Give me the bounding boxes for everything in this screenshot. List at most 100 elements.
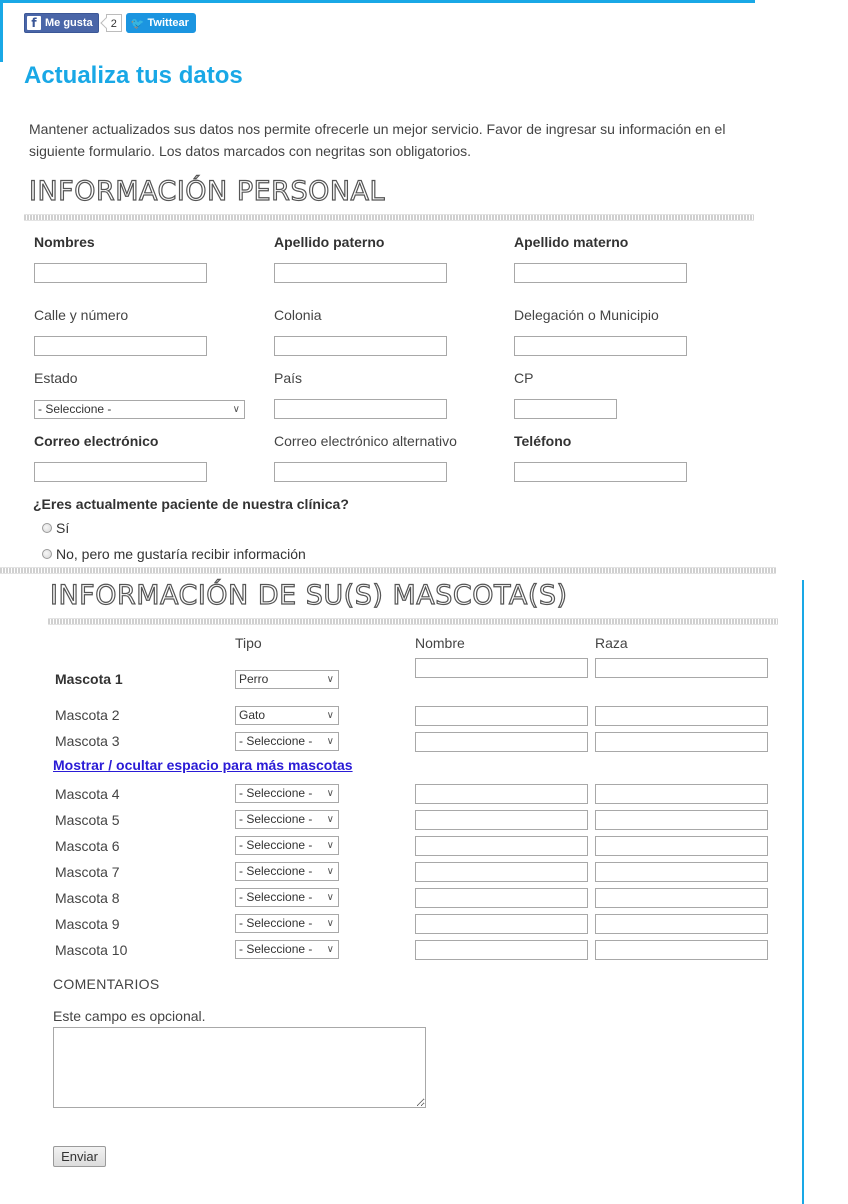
pet-type-select-7[interactable]: - Seleccione - ∨ (235, 862, 339, 881)
pet-name-input-4[interactable] (415, 784, 588, 804)
radio-si[interactable]: Sí (42, 520, 69, 536)
pet-name-input-10[interactable] (415, 940, 588, 960)
pets-top-divider (0, 567, 776, 574)
pet-label-9: Mascota 9 (55, 916, 120, 932)
estado-select[interactable]: - Seleccione - ∨ (34, 400, 245, 419)
pet-breed-input-5[interactable] (595, 810, 768, 830)
pet-breed-input-4[interactable] (595, 784, 768, 804)
pet-type-value-6: - Seleccione - (239, 838, 313, 852)
chevron-down-icon: ∨ (326, 736, 334, 747)
pet-breed-input-2[interactable] (595, 706, 768, 726)
comments-title: COMENTARIOS (53, 976, 160, 992)
pet-label-1: Mascota 1 (55, 671, 123, 687)
pet-name-input-8[interactable] (415, 888, 588, 908)
social-bar: f Me gusta 2 🐦 Twittear (24, 13, 196, 33)
pet-label-3: Mascota 3 (55, 733, 120, 749)
apellido-materno-input[interactable] (514, 263, 687, 283)
chevron-down-icon: ∨ (232, 404, 240, 415)
top-border (0, 0, 755, 3)
pet-name-input-5[interactable] (415, 810, 588, 830)
personal-section-divider (24, 214, 754, 221)
apellido-paterno-input[interactable] (274, 263, 447, 283)
right-border (802, 580, 804, 1204)
pet-name-input-1[interactable] (415, 658, 588, 678)
facebook-like-button[interactable]: f Me gusta (24, 13, 99, 33)
like-count: 2 (105, 14, 122, 32)
col-raza-header: Raza (595, 635, 628, 651)
pets-section-divider (48, 618, 778, 625)
pet-type-select-4[interactable]: - Seleccione - ∨ (235, 784, 339, 803)
apellido-paterno-label: Apellido paterno (274, 234, 385, 250)
cp-input[interactable] (514, 399, 617, 419)
radio-no-label: No, pero me gustaría recibir información (56, 546, 306, 562)
pet-type-select-9[interactable]: - Seleccione - ∨ (235, 914, 339, 933)
comments-textarea[interactable] (53, 1027, 426, 1108)
pets-section-title: INFORMACIÓN DE SU(S) MASCOTA(S) (49, 579, 568, 611)
pet-type-select-5[interactable]: - Seleccione - ∨ (235, 810, 339, 829)
chevron-down-icon: ∨ (326, 892, 334, 903)
radio-no-circle[interactable] (42, 549, 52, 559)
pet-name-input-3[interactable] (415, 732, 588, 752)
radio-si-circle[interactable] (42, 523, 52, 533)
pet-type-value-10: - Seleccione - (239, 942, 313, 956)
pet-label-10: Mascota 10 (55, 942, 128, 958)
delegacion-input[interactable] (514, 336, 687, 356)
chevron-down-icon: ∨ (326, 840, 334, 851)
pet-type-select-3[interactable]: - Seleccione - ∨ (235, 732, 339, 751)
radio-si-label: Sí (56, 520, 70, 536)
pet-name-input-2[interactable] (415, 706, 588, 726)
pet-label-5: Mascota 5 (55, 812, 120, 828)
pet-label-8: Mascota 8 (55, 890, 120, 906)
chevron-down-icon: ∨ (326, 674, 334, 685)
delegacion-label: Delegación o Municipio (514, 307, 659, 323)
colonia-input[interactable] (274, 336, 447, 356)
pet-breed-input-9[interactable] (595, 914, 768, 934)
calle-input[interactable] (34, 336, 207, 356)
pais-label: País (274, 370, 303, 386)
pet-type-value-7: - Seleccione - (239, 864, 313, 878)
apellido-materno-label: Apellido materno (514, 234, 629, 250)
estado-label: Estado (34, 370, 78, 386)
pet-breed-input-1[interactable] (595, 658, 768, 678)
pet-label-7: Mascota 7 (55, 864, 120, 880)
chevron-down-icon: ∨ (326, 944, 334, 955)
pet-type-value-3: - Seleccione - (239, 734, 313, 748)
pet-type-value-2: Gato (239, 708, 266, 722)
pet-type-select-6[interactable]: - Seleccione - ∨ (235, 836, 339, 855)
radio-no[interactable]: No, pero me gustaría recibir información (42, 546, 306, 562)
col-nombre-header: Nombre (415, 635, 465, 651)
pet-name-input-7[interactable] (415, 862, 588, 882)
paciente-question: ¿Eres actualmente paciente de nuestra cl… (33, 496, 349, 512)
intro-text: Mantener actualizados sus datos nos perm… (29, 121, 726, 159)
cp-label: CP (514, 370, 534, 386)
toggle-more-pets-link[interactable]: Mostrar / ocultar espacio para más masco… (53, 757, 353, 773)
chevron-down-icon: ∨ (326, 918, 334, 929)
pet-type-select-1[interactable]: Perro ∨ (235, 670, 339, 689)
tweet-button[interactable]: 🐦 Twittear (125, 13, 196, 33)
pet-breed-input-3[interactable] (595, 732, 768, 752)
pet-breed-input-10[interactable] (595, 940, 768, 960)
chevron-down-icon: ∨ (326, 814, 334, 825)
pet-type-select-8[interactable]: - Seleccione - ∨ (235, 888, 339, 907)
pet-breed-input-8[interactable] (595, 888, 768, 908)
like-label: Me gusta (45, 17, 93, 29)
submit-button[interactable]: Enviar (53, 1146, 106, 1167)
correo-alt-label: Correo electrónico alternativo (274, 433, 457, 449)
nombres-input[interactable] (34, 263, 207, 283)
facebook-icon: f (27, 16, 41, 30)
pet-type-value-8: - Seleccione - (239, 890, 313, 904)
pet-name-input-6[interactable] (415, 836, 588, 856)
telefono-input[interactable] (514, 462, 687, 482)
pet-name-input-9[interactable] (415, 914, 588, 934)
correo-alt-input[interactable] (274, 462, 447, 482)
colonia-label: Colonia (274, 307, 322, 323)
pet-type-select-2[interactable]: Gato ∨ (235, 706, 339, 725)
correo-input[interactable] (34, 462, 207, 482)
pet-breed-input-7[interactable] (595, 862, 768, 882)
pet-breed-input-6[interactable] (595, 836, 768, 856)
comments-hint: Este campo es opcional. (53, 1008, 206, 1024)
pet-type-select-10[interactable]: - Seleccione - ∨ (235, 940, 339, 959)
twitter-bird-icon: 🐦 (130, 16, 145, 30)
pais-input[interactable] (274, 399, 447, 419)
pet-type-value-4: - Seleccione - (239, 786, 313, 800)
